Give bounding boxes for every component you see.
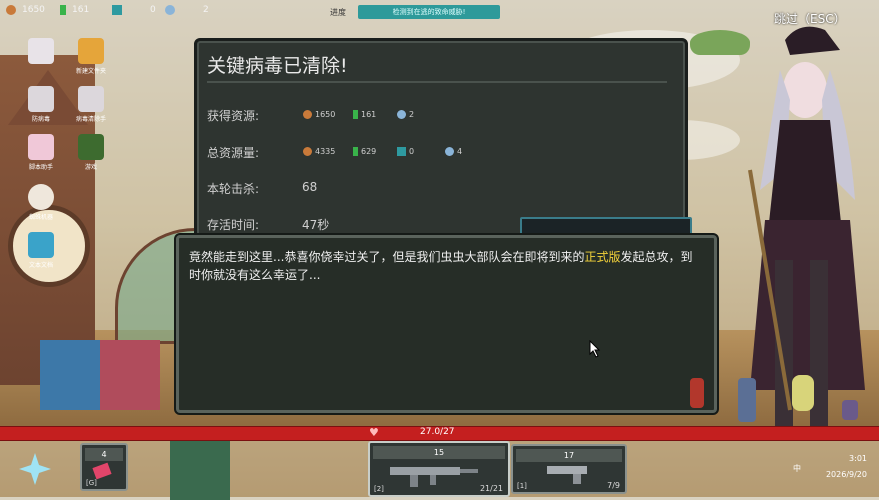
gear-icon bbox=[303, 147, 312, 156]
gained-label: 获得资源: bbox=[207, 109, 260, 123]
pistol-icon bbox=[547, 466, 587, 484]
dialog-box[interactable]: 竟然能走到这里...恭喜你侥幸过关了，但是我们虫虫大部队会在即将到来的正式版发起… bbox=[176, 235, 717, 413]
skull-app-icon[interactable] bbox=[24, 38, 58, 66]
block-icon[interactable]: 游戏 bbox=[74, 134, 108, 171]
speaker-icon bbox=[445, 147, 454, 156]
total-battery: 629 bbox=[353, 147, 376, 156]
battery-icon bbox=[353, 147, 358, 156]
progress-label: 进度 bbox=[330, 8, 346, 17]
gear-icon bbox=[6, 5, 16, 15]
item-key: [G] bbox=[86, 479, 97, 487]
item-count: 4 bbox=[85, 448, 123, 461]
dialog-text: 竟然能走到这里...恭喜你侥幸过关了，但是我们虫虫大部队会在即将到来的正式版发起… bbox=[189, 250, 693, 282]
sprite-knight bbox=[738, 378, 756, 422]
cursor-icon bbox=[589, 340, 601, 358]
skull-pink-icon[interactable]: 脚本助手 bbox=[24, 134, 58, 171]
input-language: 中 bbox=[793, 464, 801, 473]
ghost-icon[interactable]: 蜘蛛机器 bbox=[24, 184, 58, 221]
resource-chip: 0 bbox=[112, 5, 156, 15]
total-speaker: 4 bbox=[445, 147, 462, 156]
chip-icon bbox=[397, 147, 406, 156]
weapon2-ammo: 7/9 bbox=[607, 481, 620, 490]
weapon-slot-1[interactable]: 15 [2] 21/21 bbox=[368, 441, 510, 497]
skull-launcher-icon[interactable]: 防病毒 bbox=[24, 86, 58, 123]
folder-icon[interactable]: 新建文件夹 bbox=[74, 38, 108, 75]
speaker-icon bbox=[397, 110, 406, 119]
weapon1-key: [2] bbox=[374, 485, 384, 493]
kills-value: 68 bbox=[302, 180, 318, 194]
sprite-small bbox=[842, 400, 858, 420]
document-icon[interactable]: 文本文档 bbox=[24, 232, 58, 269]
battery-icon bbox=[60, 5, 66, 15]
task-banner: 检测到在逃的致命威胁! bbox=[358, 5, 500, 19]
sprite-red bbox=[690, 378, 704, 408]
survive-label: 存活时间: bbox=[207, 218, 260, 232]
item-slot[interactable]: 4 [G] bbox=[80, 443, 128, 491]
results-panel: 关键病毒已清除! 获得资源: 1650 161 2 总资源量: 4335 629… bbox=[194, 38, 688, 244]
weapon2-count: 17 bbox=[516, 449, 622, 462]
skull-tool-icon[interactable]: 病毒清除手 bbox=[74, 86, 108, 123]
market-stall bbox=[100, 340, 160, 410]
total-label: 总资源量: bbox=[207, 146, 260, 160]
dialog-highlight: 正式版 bbox=[584, 250, 621, 264]
total-chip: 0 bbox=[397, 147, 414, 156]
clock-date: 2026/9/20 bbox=[825, 470, 867, 479]
clock-time: 3:01 bbox=[849, 454, 867, 463]
sprite-fairy bbox=[792, 375, 814, 411]
market-stall bbox=[40, 340, 100, 410]
weapon1-ammo: 21/21 bbox=[479, 484, 503, 493]
grenade-icon bbox=[92, 462, 112, 480]
smg-icon bbox=[390, 467, 478, 487]
resource-battery: 161 bbox=[60, 5, 89, 15]
weapon-slot-2[interactable]: 17 [1] 7/9 bbox=[511, 444, 627, 494]
survive-value: 47秒 bbox=[302, 218, 330, 232]
kills-label: 本轮击杀: bbox=[207, 182, 260, 196]
weapon1-count: 15 bbox=[373, 446, 505, 459]
battery-icon bbox=[353, 110, 358, 119]
chip-icon bbox=[112, 5, 122, 15]
health-text: 27.0/27 bbox=[420, 427, 455, 437]
gained-battery: 161 bbox=[353, 110, 376, 119]
dash-skill-icon[interactable] bbox=[16, 450, 54, 488]
heart-icon: ♥ bbox=[369, 426, 379, 439]
gear-icon bbox=[303, 110, 312, 119]
resource-gear: 1650 bbox=[6, 5, 45, 15]
speaker-icon bbox=[165, 5, 175, 15]
total-gear: 4335 bbox=[303, 147, 335, 156]
gained-gear: 1650 bbox=[303, 110, 335, 119]
weapon2-key: [1] bbox=[517, 482, 527, 490]
resource-speaker: 2 bbox=[165, 5, 209, 15]
results-title: 关键病毒已清除! bbox=[207, 51, 667, 83]
gained-speaker: 2 bbox=[397, 110, 414, 119]
